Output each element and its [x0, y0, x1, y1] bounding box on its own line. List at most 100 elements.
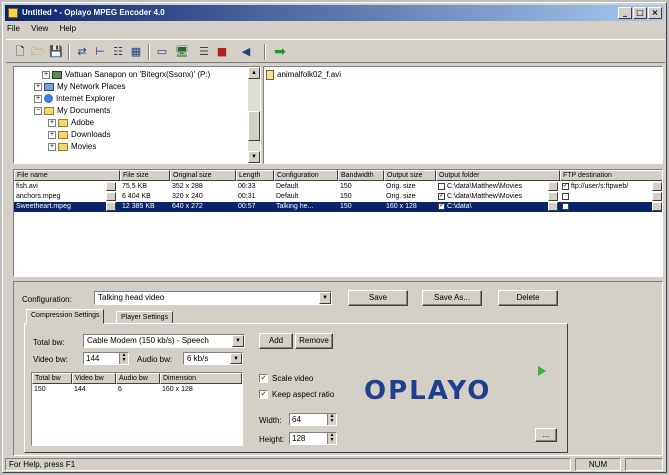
preview-icon[interactable]: ▭	[154, 44, 170, 60]
scale-video-checkbox[interactable]: ✓ Scale video	[259, 374, 313, 384]
output-folder-checkbox[interactable]: ✓	[438, 192, 445, 200]
output-folder-checkbox[interactable]	[438, 182, 445, 190]
tree-item[interactable]: + Movies	[48, 141, 96, 152]
cell-output-size[interactable]: 160 x 128	[384, 202, 436, 212]
keep-aspect-checkbox[interactable]: ✓ Keep aspect ratio	[259, 390, 334, 400]
output-folder-checkbox[interactable]: ✓	[438, 202, 445, 210]
expand-icon[interactable]: +	[48, 118, 56, 127]
column-header[interactable]: File name	[14, 170, 120, 181]
stepper-arrows-icon[interactable]: ▲ ▼	[327, 433, 336, 444]
column-header[interactable]: File size	[120, 170, 170, 181]
tab-compression-settings[interactable]: Compression Settings	[26, 309, 105, 324]
scroll-thumb[interactable]	[248, 111, 260, 141]
column-header[interactable]: Length	[236, 170, 274, 181]
list-view-icon[interactable]: ☷	[110, 44, 126, 60]
title-bar[interactable]: Untitled * - Oplayo MPEG Encoder 4.0 _ □ ×	[5, 5, 664, 21]
browse-button[interactable]	[106, 202, 116, 211]
bandwidth-table[interactable]: Total bw Video bw Audio bw Dimension 150…	[31, 372, 243, 446]
expand-icon[interactable]: +	[34, 82, 42, 91]
add-folder-icon[interactable]: ⊢	[92, 44, 108, 60]
column-header[interactable]: Dimension	[160, 373, 242, 384]
chevron-down-icon[interactable]: ▼	[319, 292, 331, 304]
total-bw-select[interactable]: Cable Modem (150 kb/s) - Speech ▼	[83, 334, 245, 348]
scroll-down-icon[interactable]: ▼	[248, 151, 260, 163]
cell-output-folder[interactable]: ✓ C:\data\	[436, 202, 548, 212]
stepper-arrows-icon[interactable]: ▲ ▼	[119, 353, 128, 364]
collapse-icon[interactable]: −	[34, 106, 42, 115]
column-header[interactable]: Configuration	[274, 170, 338, 181]
tree-item[interactable]: + Vattuan Sanapon on 'Bitegrx(Ssonx)' (P:…	[42, 69, 210, 80]
browse-button[interactable]	[548, 202, 558, 211]
stepper-arrows-icon[interactable]: ▲ ▼	[327, 414, 336, 425]
cell-configuration[interactable]: Talking he...	[274, 202, 338, 212]
menu-help[interactable]: Help	[60, 24, 76, 33]
minimize-button[interactable]: _	[618, 7, 632, 19]
cell-ftp[interactable]	[560, 202, 652, 212]
column-header[interactable]: Bandwidth	[338, 170, 384, 181]
browse-button[interactable]	[548, 182, 558, 191]
open-icon[interactable]: 🗁	[30, 44, 46, 60]
details-view-icon[interactable]: ▦	[128, 44, 144, 60]
encoding-queue-table[interactable]: File name File size Original size Length…	[13, 169, 663, 277]
height-stepper[interactable]: 128 ▲ ▼	[289, 432, 337, 445]
back-icon[interactable]: ◀	[238, 44, 254, 60]
table-row[interactable]: 150 144 6 160 x 128	[32, 385, 242, 395]
save-icon[interactable]: 💾	[48, 44, 64, 60]
more-button[interactable]: ...	[535, 428, 557, 442]
remove-button[interactable]: Remove	[295, 333, 333, 349]
column-header[interactable]: Original size	[170, 170, 236, 181]
column-header[interactable]: Total bw	[32, 373, 72, 384]
browse-button[interactable]	[652, 192, 662, 201]
table-row-selected[interactable]: Sweetheart.mpeg 12 385 KB 640 x 272 00:5…	[14, 202, 662, 212]
browse-button[interactable]	[106, 192, 116, 201]
configuration-select[interactable]: Talking head video ▼	[94, 291, 332, 305]
ftp-checkbox[interactable]: ✓	[562, 182, 569, 190]
table-row[interactable]: anchors.mpeg 6 404 KB 320 x 240 00:31 De…	[14, 192, 662, 202]
cell-output-size[interactable]: Orig. size	[384, 182, 436, 192]
browse-button[interactable]	[106, 182, 116, 191]
ftp-checkbox[interactable]	[562, 192, 569, 200]
width-stepper[interactable]: 64 ▲ ▼	[289, 413, 337, 426]
video-bw-stepper[interactable]: 144 ▲ ▼	[83, 352, 129, 365]
stop-icon[interactable]: ■	[214, 44, 230, 60]
tree-item[interactable]: + Internet Explorer	[34, 93, 115, 104]
file-list[interactable]: animalfolk02_f.avi	[263, 66, 663, 164]
maximize-button[interactable]: □	[633, 7, 647, 19]
tree-item[interactable]: + Downloads	[48, 129, 111, 140]
column-header[interactable]: Output size	[384, 170, 436, 181]
tree-scrollbar[interactable]: ▲ ▼	[248, 67, 260, 163]
expand-icon[interactable]: +	[48, 142, 56, 151]
cell-configuration[interactable]: Default	[274, 192, 338, 202]
folder-tree[interactable]: + Vattuan Sanapon on 'Bitegrx(Ssonx)' (P:…	[13, 66, 261, 164]
cell-output-folder[interactable]: C:\data\Matthew\Movies	[436, 182, 548, 192]
add-file-icon[interactable]: ⇄	[74, 44, 90, 60]
cell-ftp[interactable]	[560, 192, 652, 202]
column-header[interactable]: Audio bw	[116, 373, 160, 384]
tab-player-settings[interactable]: Player Settings	[116, 311, 174, 323]
chevron-down-icon[interactable]: ▼	[230, 353, 242, 364]
checkbox-checked-icon[interactable]: ✓	[259, 390, 268, 400]
save-button[interactable]: Save	[348, 290, 408, 306]
settings-icon[interactable]: 🖥	[174, 44, 190, 60]
table-row[interactable]: fish.avi 75,5 KB 352 x 288 00:33 Default…	[14, 182, 662, 192]
new-icon[interactable]: 🗋	[12, 44, 28, 60]
chevron-down-icon[interactable]: ▼	[232, 335, 244, 347]
column-header[interactable]: Video bw	[72, 373, 116, 384]
tree-item[interactable]: + My Network Places	[34, 81, 125, 92]
menu-file[interactable]: File	[7, 24, 20, 33]
column-header[interactable]: Output folder	[436, 170, 560, 181]
menu-view[interactable]: View	[31, 24, 48, 33]
save-as-button[interactable]: Save As...	[422, 290, 482, 306]
cell-output-size[interactable]: Orig. size	[384, 192, 436, 202]
expand-icon[interactable]: +	[34, 94, 42, 103]
browse-button[interactable]	[652, 202, 662, 211]
ftp-checkbox[interactable]	[562, 202, 569, 210]
cell-configuration[interactable]: Default	[274, 182, 338, 192]
encode-icon[interactable]: ☰	[196, 44, 212, 60]
expand-icon[interactable]: +	[48, 130, 56, 139]
cell-ftp[interactable]: ✓ ftp://user/s:ftpweb/	[560, 182, 652, 192]
browse-button[interactable]	[652, 182, 662, 191]
file-item[interactable]: animalfolk02_f.avi	[266, 70, 341, 80]
delete-button[interactable]: Delete	[498, 290, 558, 306]
close-button[interactable]: ×	[648, 7, 662, 19]
